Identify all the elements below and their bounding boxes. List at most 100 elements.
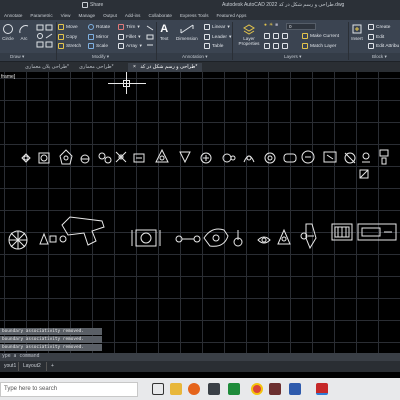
circle-button[interactable]: Circle [2, 23, 14, 41]
table-button[interactable]: Table [204, 43, 223, 49]
fillet-button[interactable]: Fillet ▾ [118, 34, 141, 40]
autocad-icon[interactable] [316, 383, 328, 395]
linear-button[interactable]: Linear ▾ [204, 24, 230, 30]
tab-add-ins[interactable]: Add-ins [121, 12, 145, 20]
taskbar-search-input[interactable]: Type here to search [0, 382, 138, 397]
lock-icon[interactable]: ■ [275, 23, 278, 28]
file-tab[interactable]: طراحی پلان معماری* [20, 63, 74, 72]
scale-button[interactable]: Scale [88, 43, 108, 49]
table-label: Table [212, 43, 224, 49]
layer-properties-button[interactable]: Layer Properties [236, 23, 262, 46]
create-block-button[interactable]: Create [368, 24, 390, 30]
arc-button[interactable]: Arc [18, 23, 30, 41]
app-icon[interactable] [228, 383, 240, 395]
drawing-canvas[interactable]: frame] boundary associativity removed. b… [0, 72, 400, 361]
match-layer-icon [302, 43, 308, 49]
edit-attributes-icon [368, 43, 374, 49]
stretch-button[interactable]: Stretch [58, 43, 81, 49]
copy-button[interactable]: Copy [58, 34, 77, 40]
cad-block [155, 148, 169, 163]
share-label: Share [90, 2, 104, 8]
modify-extra-tools[interactable] [146, 24, 154, 52]
linear-icon [204, 24, 210, 30]
tab-express-tools[interactable]: Express Tools [176, 12, 213, 20]
firefox-icon[interactable] [188, 383, 200, 395]
text-button[interactable]: A Text [160, 23, 168, 41]
app-icon[interactable] [289, 383, 301, 395]
cad-block [39, 232, 49, 245]
layer-tool-icon[interactable] [282, 43, 288, 49]
edit-block-button[interactable]: Edit [368, 34, 384, 40]
circle-icon [3, 24, 13, 34]
create-label: Create [376, 24, 391, 30]
leader-button[interactable]: Leader ▾ [204, 34, 231, 40]
cad-block [131, 229, 161, 247]
dimension-label: Dimension [176, 36, 198, 41]
trim-button[interactable]: Trim ▾ [118, 24, 140, 30]
lightbulb-icon[interactable]: ● [264, 23, 267, 28]
file-tabs: طراحی پلان معماری* طراحی معماری* × طراحی… [0, 62, 400, 72]
layer-tool-icon[interactable] [273, 43, 279, 49]
share-button[interactable]: Share [82, 2, 103, 8]
layer-tool-icon[interactable] [264, 43, 270, 49]
cad-block [59, 149, 73, 165]
annotation-panel-label: Annotation [182, 54, 204, 59]
app-icon[interactable] [269, 383, 281, 395]
modify-panel-label: Modify [92, 54, 106, 59]
drawing-geometry[interactable] [0, 72, 400, 361]
mirror-button[interactable]: Mirror [88, 34, 109, 40]
cad-block [21, 153, 31, 163]
chrome-icon[interactable] [251, 383, 263, 395]
mirror-icon [88, 34, 94, 40]
task-view-icon[interactable] [152, 383, 164, 395]
tab-layout2[interactable]: Layout2 [18, 362, 45, 371]
copy-icon [58, 34, 64, 40]
make-current-button[interactable]: Make Current [302, 33, 339, 39]
app-icon[interactable] [208, 383, 220, 395]
draw-panel-title[interactable]: Draw ▾ [10, 54, 24, 60]
leader-label: Leader [212, 34, 227, 40]
modify-panel-title[interactable]: Modify ▾ [92, 54, 109, 60]
rotate-label: Rotate [96, 24, 111, 30]
cad-block [179, 151, 191, 164]
insert-button[interactable]: Insert [351, 23, 363, 41]
tab-output[interactable]: Output [99, 12, 121, 20]
modify-extra-icon [146, 25, 154, 46]
tab-featured-apps[interactable]: Featured Apps [213, 12, 251, 20]
annotation-panel-title[interactable]: Annotation ▾ [182, 54, 208, 60]
cad-block [362, 152, 370, 163]
edit-attributes-label: Edit Attribu [376, 43, 400, 49]
close-icon[interactable]: × [133, 64, 136, 70]
dimension-button[interactable]: Dimension [176, 23, 198, 41]
layer-tool-icon[interactable] [282, 33, 288, 39]
linear-label: Linear [212, 24, 226, 30]
app-title: Autodesk AutoCAD 2022 طراحی و رسم شکل در… [222, 2, 345, 8]
match-layer-button[interactable]: Match Layer [302, 43, 336, 49]
command-history-line: boundary associativity removed. [0, 336, 102, 343]
layer-tool-icon[interactable] [264, 33, 270, 39]
array-button[interactable]: Array ▾ [118, 43, 142, 49]
sun-icon[interactable]: ☀ [269, 23, 273, 28]
layer-dropdown[interactable]: 0 [286, 23, 316, 30]
cad-block [175, 235, 201, 243]
layer-tool-icon[interactable] [273, 33, 279, 39]
file-tab[interactable]: طراحی معماری* [74, 63, 119, 72]
command-line[interactable]: ype a command [0, 353, 400, 361]
rotate-button[interactable]: Rotate [88, 24, 110, 30]
tab-parametric[interactable]: Parametric [26, 12, 56, 20]
add-layout-button[interactable]: + [46, 362, 58, 371]
file-tab-active[interactable]: × طراحی و رسم شکل در کد* [128, 63, 203, 72]
copy-label: Copy [66, 34, 78, 40]
tab-annotate[interactable]: Annotate [0, 12, 26, 20]
edit-attributes-button[interactable]: Edit Attribu [368, 43, 399, 49]
tab-collaborate[interactable]: Collaborate [144, 12, 176, 20]
cad-block [344, 152, 356, 164]
tab-view[interactable]: View [57, 12, 75, 20]
tab-manage[interactable]: Manage [75, 12, 100, 20]
move-button[interactable]: Move [58, 24, 78, 30]
block-panel-title[interactable]: Block ▾ [372, 54, 387, 60]
edit-block-icon [368, 34, 374, 40]
layers-panel-title[interactable]: Layers ▾ [284, 54, 301, 60]
file-explorer-icon[interactable] [170, 383, 182, 395]
command-input[interactable]: ype a command [2, 354, 40, 359]
